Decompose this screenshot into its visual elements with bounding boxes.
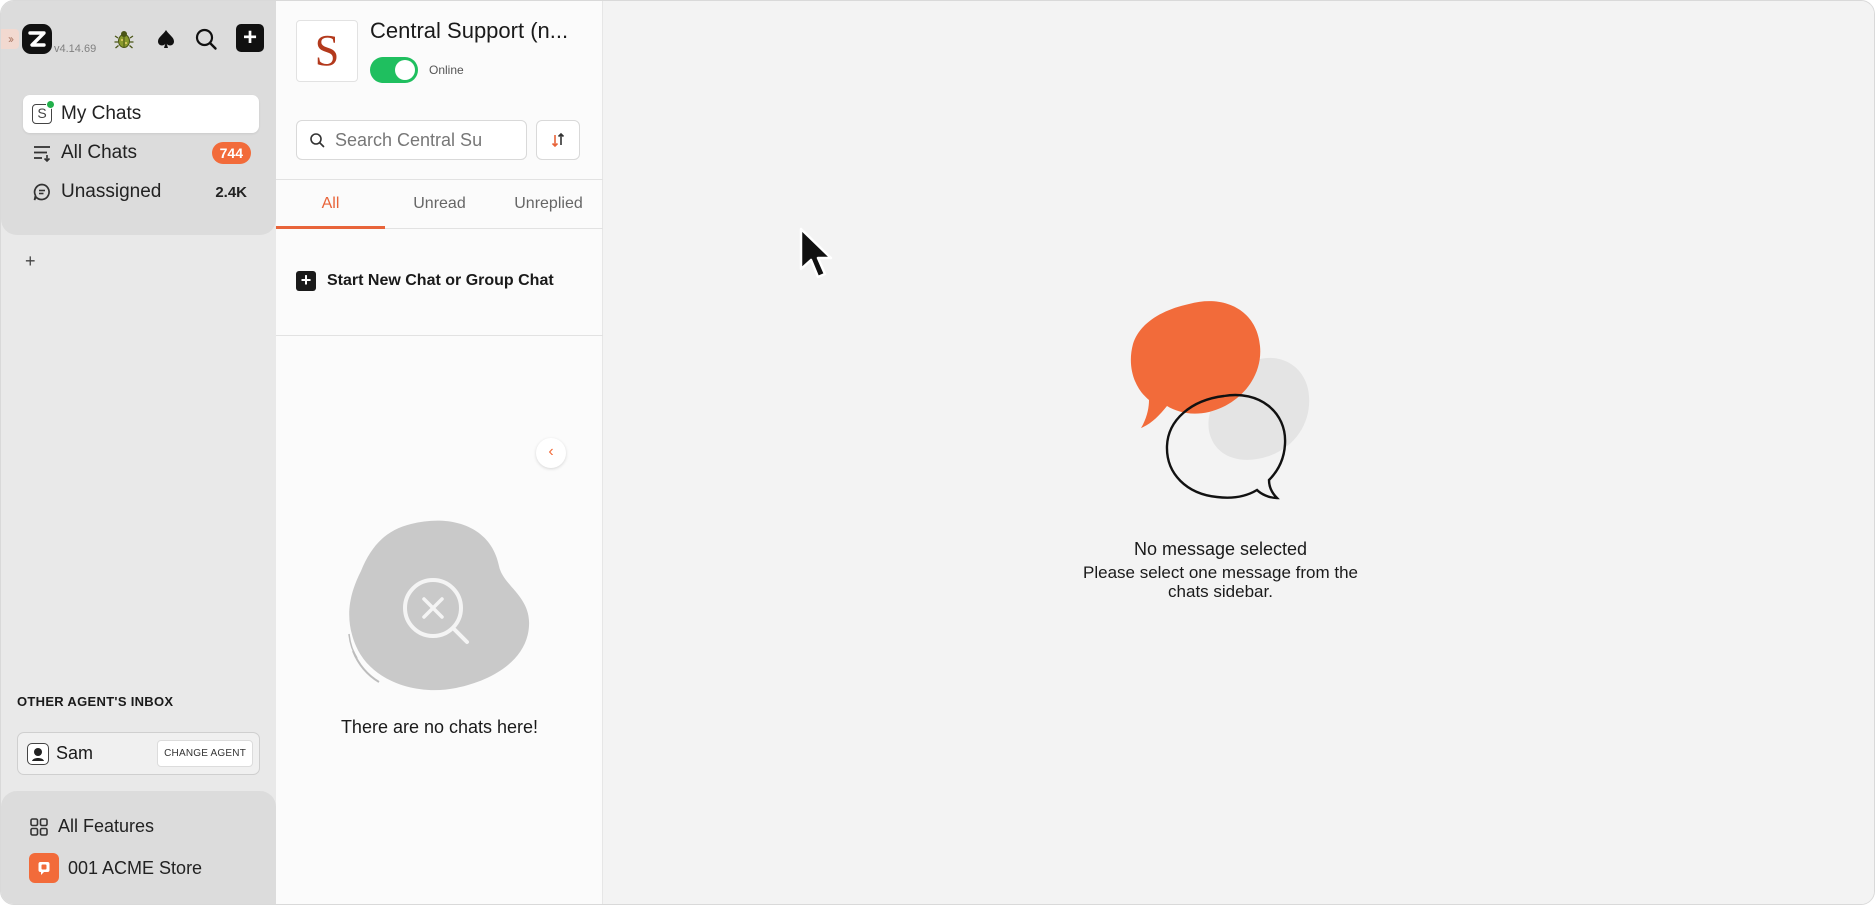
chat-bubbles-illustration-icon [1130, 301, 1310, 500]
expand-sidebar-button[interactable]: ›› [1, 29, 19, 49]
mouse-cursor-icon [799, 227, 833, 279]
app-logo-icon [21, 23, 53, 55]
left-sidebar: ›› v4.14.69 + S My Chats All Chats 744 U… [1, 1, 276, 904]
add-section-button[interactable]: + [25, 251, 36, 272]
inbox-title[interactable]: Central Support (n... [370, 18, 595, 44]
sort-arrows-icon [549, 130, 567, 150]
all-features-label: All Features [58, 816, 155, 836]
tab-unread[interactable]: Unread [385, 180, 494, 228]
sidebar-item-unassigned[interactable]: Unassigned 2.4K [23, 173, 259, 211]
agent-selector: Sam CHANGE AGENT [17, 732, 260, 775]
empty-chats-illustration-icon [348, 520, 530, 691]
sidebar-item-label: My Chats [61, 103, 142, 124]
tab-all[interactable]: All [276, 180, 385, 229]
online-indicator [46, 100, 55, 109]
tab-unreplied[interactable]: Unreplied [494, 180, 603, 228]
start-new-chat-label: Start New Chat or Group Chat [327, 272, 554, 289]
divider [276, 335, 603, 336]
search-icon[interactable] [192, 25, 220, 53]
chat-filter-tabs: All Unread Unreplied [276, 179, 603, 229]
my-chats-avatar-icon: S [31, 100, 55, 125]
unassigned-count-badge: 2.4K [215, 183, 247, 201]
inbox-avatar: S [296, 20, 358, 82]
store-switcher[interactable]: 001 ACME Store [29, 853, 202, 883]
chat-bubble-icon [31, 181, 53, 203]
other-agents-inbox-heading: OTHER AGENT'S INBOX [17, 694, 174, 709]
search-icon [309, 132, 325, 148]
agent-avatar-icon [27, 742, 49, 765]
no-message-title: No message selected [1133, 539, 1308, 559]
sidebar-item-label: All Chats [61, 142, 138, 163]
sidebar-item-my-chats[interactable]: S My Chats [23, 95, 259, 133]
change-agent-button[interactable]: CHANGE AGENT [157, 740, 253, 767]
spade-icon[interactable] [152, 25, 180, 53]
sidebar-item-all-chats[interactable]: All Chats 744 [23, 134, 259, 172]
chat-search-input[interactable] [335, 129, 515, 151]
agent-name: Sam [56, 743, 94, 763]
sidebar-item-label: Unassigned [61, 181, 162, 202]
chat-search-box [296, 120, 527, 160]
start-new-chat-button[interactable]: + Start New Chat or Group Chat [296, 271, 554, 291]
app-version: v4.14.69 [54, 43, 97, 55]
store-label: 001 ACME Store [68, 857, 203, 878]
online-status-label: Online [429, 63, 464, 77]
no-message-subtitle: Please select one message from the chats… [1083, 563, 1358, 601]
collapse-sidebar-button[interactable]: ‹ [536, 438, 566, 468]
bug-icon[interactable] [110, 25, 138, 53]
empty-chats-message: There are no chats here! [340, 717, 539, 737]
online-status-toggle[interactable] [370, 57, 418, 83]
chat-list-panel: ‹ S Central Support (n... Online A [276, 1, 603, 904]
sidebar-bottom-section: All Features 001 ACME Store [1, 791, 276, 904]
grid-icon [29, 817, 49, 837]
sidebar-top-section: ›› v4.14.69 + S My Chats All Chats 744 U… [1, 1, 276, 235]
all-chats-count-badge: 744 [211, 142, 251, 164]
app-window: ›› v4.14.69 + S My Chats All Chats 744 U… [0, 0, 1875, 905]
sort-button[interactable] [536, 120, 580, 160]
new-item-plus-button[interactable]: + [236, 24, 264, 52]
plus-icon: + [296, 271, 316, 291]
filter-list-icon [31, 142, 53, 164]
conversation-area: No message selected Please select one me… [604, 1, 1874, 904]
all-features-link[interactable]: All Features [29, 816, 154, 837]
store-icon [29, 853, 59, 883]
